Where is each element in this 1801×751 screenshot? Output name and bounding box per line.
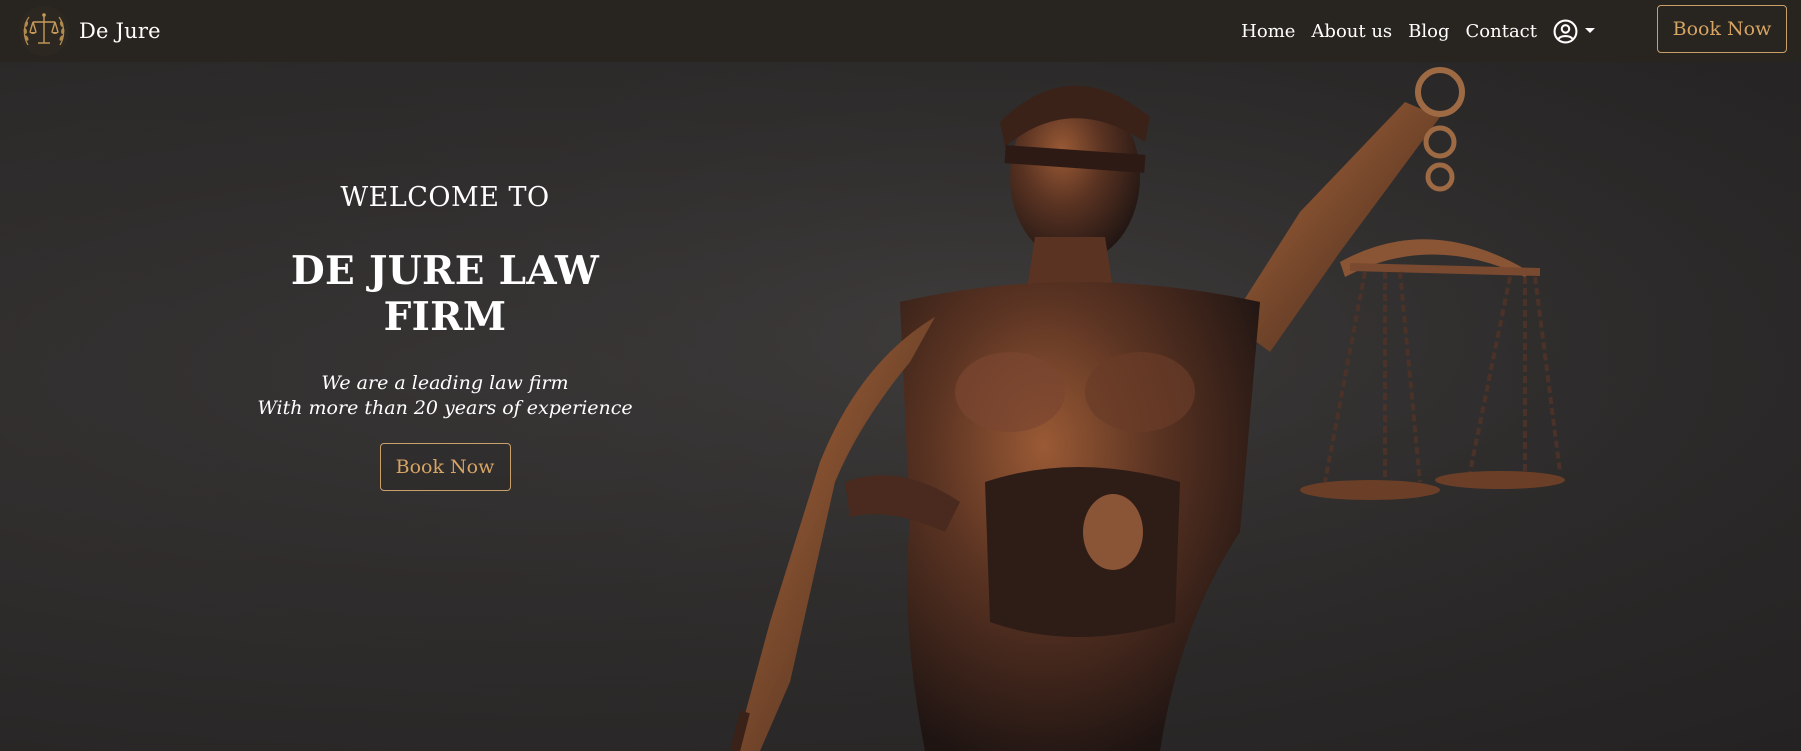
hero-text-block: WELCOME TO DE JURE LAW FIRM We are a lea…	[245, 182, 645, 491]
hero-tagline-line-2: With more than 20 years of experience	[257, 397, 633, 419]
hero-tagline-line-1: We are a leading law firm	[321, 372, 569, 394]
brand-link[interactable]: De Jure	[18, 5, 161, 57]
hero-tagline: We are a leading law firm With more than…	[245, 371, 645, 421]
caret-down-icon	[1585, 28, 1595, 33]
nav-link-home[interactable]: Home	[1241, 21, 1295, 42]
user-circle-icon	[1553, 19, 1578, 43]
nav-links: Home About us Blog Contact	[1225, 0, 1596, 62]
brand-name: De Jure	[79, 19, 161, 43]
hero-section: WELCOME TO DE JURE LAW FIRM We are a lea…	[0, 62, 1801, 751]
hero-welcome-heading: WELCOME TO	[340, 182, 550, 213]
nav-link-about-us[interactable]: About us	[1311, 21, 1392, 42]
nav-link-contact[interactable]: Contact	[1466, 21, 1537, 42]
book-now-button[interactable]: Book Now	[1657, 5, 1787, 53]
hero-title: DE JURE LAW FIRM	[290, 248, 600, 340]
top-navbar: De Jure Home About us Blog Contact Book …	[0, 0, 1801, 62]
user-menu-dropdown[interactable]	[1553, 19, 1596, 44]
scales-of-justice-laurel-icon	[19, 6, 69, 56]
hero-book-now-button[interactable]: Book Now	[379, 443, 511, 491]
nav-link-blog[interactable]: Blog	[1408, 21, 1449, 42]
